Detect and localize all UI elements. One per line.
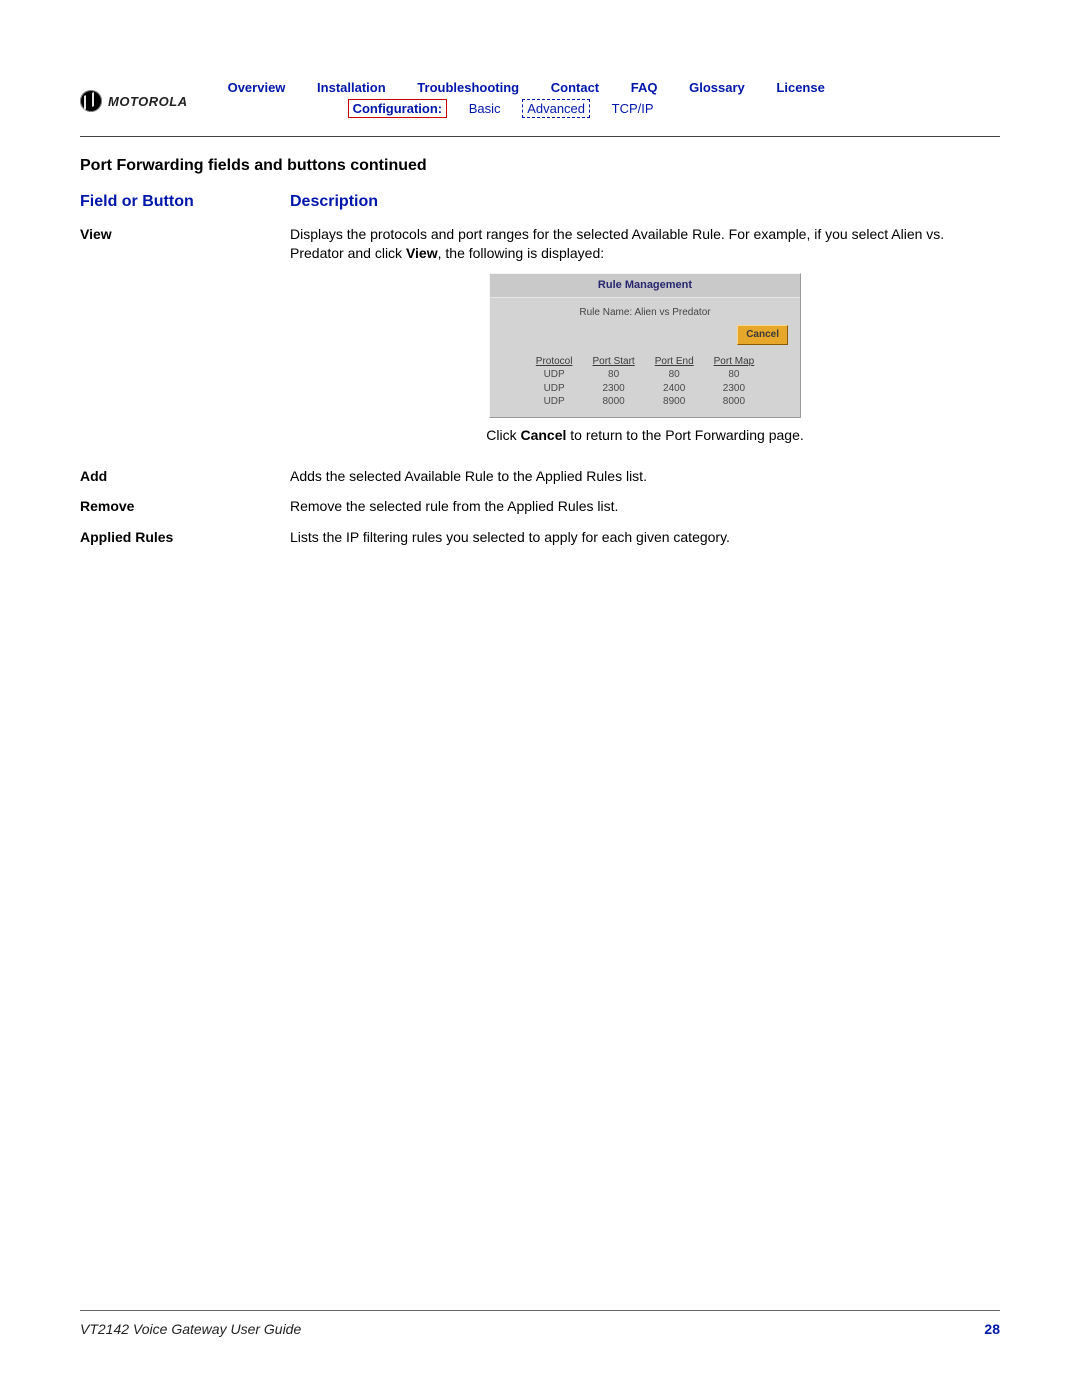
caption-bold: Cancel [520, 427, 566, 443]
desc-view-post: , the following is displayed: [438, 245, 605, 261]
nav: Overview Installation Troubleshooting Co… [228, 80, 853, 118]
desc-view: Displays the protocols and port ranges f… [290, 225, 1000, 455]
rm-table-row: UDP 2300 2400 2300 [526, 382, 764, 396]
rm-cell: 2300 [704, 382, 765, 396]
rm-caption: Click Cancel to return to the Port Forwa… [290, 426, 1000, 445]
label-add: Add [80, 467, 290, 486]
desc-view-pre: Displays the protocols and port ranges f… [290, 226, 944, 261]
rm-cell: 2400 [645, 382, 704, 396]
rm-cancel-row: Cancel [490, 323, 800, 355]
nav-license[interactable]: License [776, 80, 824, 95]
section-title: Port Forwarding fields and buttons conti… [80, 157, 1000, 175]
page-footer: VT2142 Voice Gateway User Guide 28 [80, 1310, 1000, 1337]
rm-title: Rule Management [490, 274, 800, 298]
rm-rule-name-label: Rule Name: [579, 307, 632, 318]
rm-cell: 80 [645, 368, 704, 382]
col-header-field: Field or Button [80, 193, 290, 211]
caption-post: to return to the Port Forwarding page. [566, 427, 803, 443]
rm-cell: UDP [526, 368, 583, 382]
rule-management-panel: Rule Management Rule Name: Alien vs Pred… [489, 273, 801, 418]
header: MOTOROLA Overview Installation Troublesh… [80, 80, 1000, 118]
rm-table-header-row: Protocol Port Start Port End Port Map [526, 355, 764, 369]
motorola-icon [80, 90, 102, 112]
rm-cell: 8000 [704, 395, 765, 409]
rm-cell: 8900 [645, 395, 704, 409]
desc-remove: Remove the selected rule from the Applie… [290, 497, 1000, 516]
rm-rule-name: Rule Name: Alien vs Predator [490, 298, 800, 324]
footer-page-number: 28 [984, 1321, 1000, 1337]
nav-glossary[interactable]: Glossary [689, 80, 745, 95]
rm-cell: 2300 [582, 382, 644, 396]
cancel-button[interactable]: Cancel [737, 325, 788, 345]
col-header-desc: Description [290, 193, 378, 211]
nav-troubleshooting[interactable]: Troubleshooting [417, 80, 519, 95]
rm-table: Protocol Port Start Port End Port Map UD… [526, 355, 764, 409]
nav-contact[interactable]: Contact [551, 80, 599, 95]
nav-advanced[interactable]: Advanced [522, 99, 590, 118]
brand-logo: MOTOROLA [80, 80, 188, 112]
rm-cell: 80 [582, 368, 644, 382]
nav-overview[interactable]: Overview [228, 80, 286, 95]
rm-rule-name-value: Alien vs Predator [634, 307, 710, 318]
label-view: View [80, 225, 290, 455]
nav-basic[interactable]: Basic [469, 101, 501, 116]
rm-th-port-end: Port End [645, 355, 704, 369]
rm-table-row: UDP 8000 8900 8000 [526, 395, 764, 409]
brand-name: MOTOROLA [108, 94, 188, 109]
label-remove: Remove [80, 497, 290, 516]
rm-cell: 8000 [582, 395, 644, 409]
rm-cell: 80 [704, 368, 765, 382]
nav-sub: Configuration: Basic Advanced TCP/IP [348, 99, 853, 118]
row-applied-rules: Applied Rules Lists the IP filtering rul… [80, 528, 1000, 547]
rm-cell: UDP [526, 382, 583, 396]
nav-configuration-label: Configuration: [348, 99, 448, 118]
rm-th-protocol: Protocol [526, 355, 583, 369]
rm-table-row: UDP 80 80 80 [526, 368, 764, 382]
rm-th-port-map: Port Map [704, 355, 765, 369]
header-divider [80, 136, 1000, 137]
row-view: View Displays the protocols and port ran… [80, 225, 1000, 455]
nav-tcpip[interactable]: TCP/IP [612, 101, 654, 116]
desc-add: Adds the selected Available Rule to the … [290, 467, 1000, 486]
nav-installation[interactable]: Installation [317, 80, 386, 95]
desc-view-bold: View [406, 245, 438, 261]
column-headers: Field or Button Description [80, 193, 1000, 211]
footer-doc-title: VT2142 Voice Gateway User Guide [80, 1321, 301, 1337]
label-applied-rules: Applied Rules [80, 528, 290, 547]
desc-applied-rules: Lists the IP filtering rules you selecte… [290, 528, 1000, 547]
row-add: Add Adds the selected Available Rule to … [80, 467, 1000, 486]
rm-cell: UDP [526, 395, 583, 409]
row-remove: Remove Remove the selected rule from the… [80, 497, 1000, 516]
rm-th-port-start: Port Start [582, 355, 644, 369]
caption-pre: Click [486, 427, 520, 443]
nav-faq[interactable]: FAQ [631, 80, 658, 95]
nav-top: Overview Installation Troubleshooting Co… [228, 80, 853, 95]
